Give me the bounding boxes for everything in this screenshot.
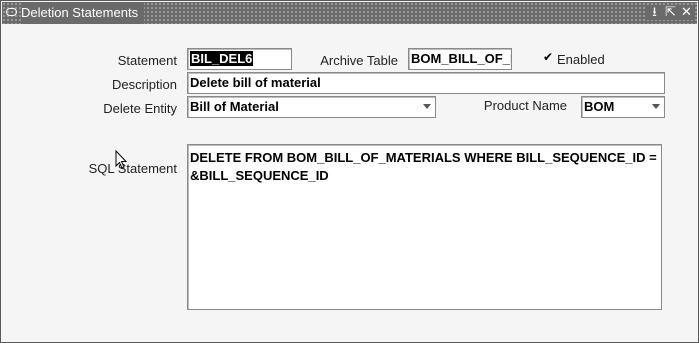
sql-statement-value: DELETE FROM BOM_BILL_OF_MATERIALS WHERE … [190,150,657,183]
archive-table-field[interactable]: BOM_BILL_OF_I [408,48,512,70]
description-field[interactable]: Delete bill of material [187,72,665,94]
description-value: Delete bill of material [190,75,321,90]
delete-entity-select[interactable]: Bill of Material [187,96,436,118]
description-label: Description [111,77,177,92]
sql-statement-field[interactable]: DELETE FROM BOM_BILL_OF_MATERIALS WHERE … [187,144,662,310]
delete-entity-value: Bill of Material [190,99,279,114]
enabled-checkbox[interactable]: ✔ [543,51,554,63]
maximize-icon[interactable]: ⇱ [663,5,678,20]
statement-field[interactable]: BIL_DEL6 [187,48,292,70]
chevron-down-icon[interactable] [652,104,660,109]
window-title: Deletion Statements [21,2,145,24]
statement-value: BIL_DEL6 [190,51,254,66]
chevron-down-icon[interactable] [423,104,431,109]
product-name-label: Product Name [483,98,567,113]
deletion-statements-window: Deletion Statements ⭳ ⇱ ✕ Statement BIL_… [0,0,699,343]
minimize-icon[interactable]: ⭳ [647,5,662,20]
delete-entity-label: Delete Entity [103,101,177,116]
enabled-label: Enabled [557,52,605,67]
statement-label: Statement [117,53,177,68]
title-bar[interactable]: Deletion Statements ⭳ ⇱ ✕ [2,2,697,24]
mouse-pointer-icon [115,150,128,169]
window-icon [6,8,17,16]
product-name-value: BOM [584,99,615,114]
close-icon[interactable]: ✕ [679,5,694,20]
archive-table-label: Archive Table [320,53,398,68]
archive-table-value: BOM_BILL_OF_I [411,51,512,66]
product-name-select[interactable]: BOM [581,96,665,118]
